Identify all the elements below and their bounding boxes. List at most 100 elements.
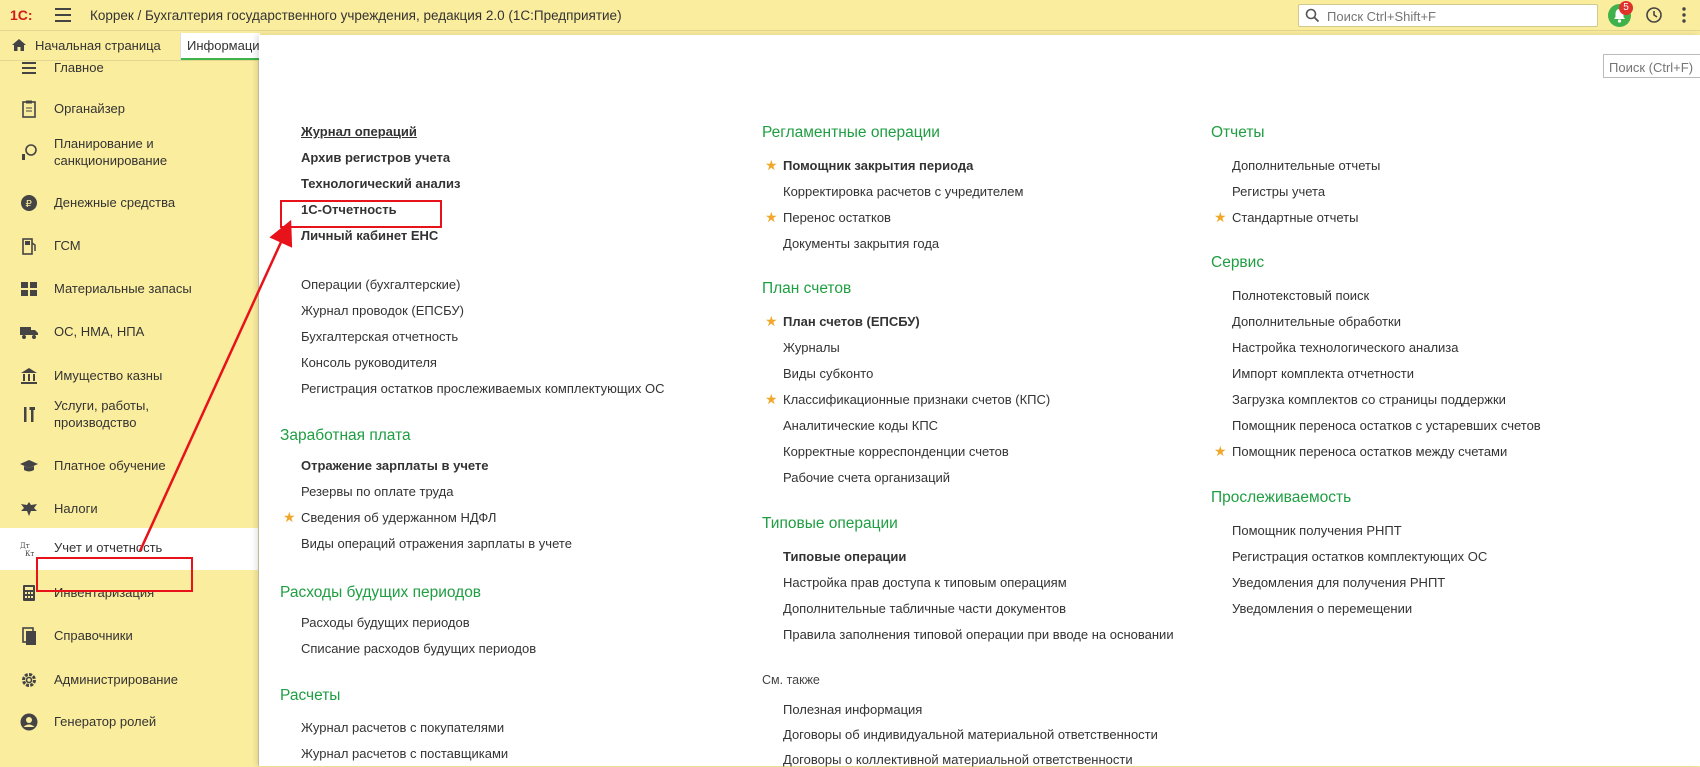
sections-sidebar: Главное Органайзер Планирование и санкцион…	[0, 60, 259, 766]
link-item[interactable]: Документы закрытия года	[783, 236, 939, 251]
link-item[interactable]: Сведения об удержанном НДФЛ	[301, 510, 496, 525]
link-item[interactable]: Помощник получения РНПТ	[1232, 523, 1402, 538]
sidebar-item-10[interactable]: Налоги	[0, 489, 258, 529]
link-item[interactable]: Договоры о коллективной материальной отв…	[783, 752, 1133, 767]
sidebar-item-label: Услуги, работы, производство	[54, 398, 149, 430]
section-title-deferred: Расходы будущих периодов	[280, 584, 482, 601]
more-menu-icon[interactable]	[1677, 6, 1691, 24]
sidebar-item-14[interactable]: Администрирование	[0, 660, 258, 700]
global-search[interactable]	[1298, 4, 1598, 27]
favorite-star-icon[interactable]: ★	[765, 209, 778, 226]
link-item[interactable]: Импорт комплекта отчетности	[1232, 366, 1414, 381]
link-item[interactable]: Дополнительные обработки	[1232, 314, 1401, 329]
sidebar-item-13[interactable]: Справочники	[0, 616, 258, 656]
section-title-typical-ops: Типовые операции	[762, 515, 898, 532]
link-item[interactable]: Помощник закрытия периода	[783, 158, 973, 173]
global-search-input[interactable]	[1325, 7, 1589, 26]
link-item[interactable]: Расходы будущих периодов	[301, 615, 470, 630]
link-item[interactable]: Рабочие счета организаций	[783, 470, 950, 485]
link-item[interactable]: Архив регистров учета	[301, 150, 450, 165]
link-item[interactable]: Правила заполнения типовой операции при …	[783, 627, 1174, 642]
sidebar-item-label: Денежные средства	[54, 195, 176, 210]
link-item[interactable]: Аналитические коды КПС	[783, 418, 938, 433]
favorite-star-icon[interactable]: ★	[765, 391, 778, 408]
link-item[interactable]: Списание расходов будущих периодов	[301, 641, 536, 656]
favorite-star-icon[interactable]: ★	[1214, 209, 1227, 226]
link-item[interactable]: Договоры об индивидуальной материальной …	[783, 727, 1158, 742]
link-item[interactable]: Классификационные признаки счетов (КПС)	[783, 392, 1050, 407]
sidebar-item-label: Администрирование	[54, 672, 178, 687]
sidebar-item-1[interactable]: Органайзер	[0, 89, 258, 129]
sidebar-item-8[interactable]: Услуги, работы, производство	[0, 393, 258, 435]
link-item[interactable]: Загрузка комплектов со страницы поддержк…	[1232, 392, 1506, 407]
sidebar-item-label: Планирование и санкционирование	[54, 136, 168, 168]
books-icon	[19, 626, 39, 646]
link-item[interactable]: План счетов (ЕПСБУ)	[783, 314, 920, 329]
link-item[interactable]: Дополнительные табличные части документо…	[783, 601, 1066, 616]
link-item[interactable]: Полезная информация	[783, 702, 922, 717]
link-item[interactable]: Типовые операции	[783, 549, 906, 564]
link-item[interactable]: Виды операций отражения зарплаты в учете	[301, 536, 572, 551]
sidebar-item-3[interactable]: ₽ Денежные средства	[0, 183, 258, 223]
section-title-regulatory: Регламентные операции	[762, 124, 940, 141]
main-menu-icon[interactable]	[55, 8, 71, 22]
link-item[interactable]: Полнотекстовый поиск	[1232, 288, 1369, 303]
section-title-traceability: Прослеживаемость	[1211, 489, 1352, 506]
link-item[interactable]: Настройка прав доступа к типовым операци…	[783, 575, 1067, 590]
panel-search-input[interactable]	[1607, 56, 1700, 78]
link-item[interactable]: Регистрация остатков комплектующих ОС	[1232, 549, 1487, 564]
link-item[interactable]: Дополнительные отчеты	[1232, 158, 1380, 173]
link-item[interactable]: Личный кабинет ЕНС	[301, 228, 438, 243]
link-item[interactable]: Перенос остатков	[783, 210, 891, 225]
link-item[interactable]: Консоль руководителя	[301, 355, 437, 370]
link-item[interactable]: Корректные корреспонденции счетов	[783, 444, 1009, 459]
panel-search[interactable]	[1603, 54, 1700, 78]
link-item[interactable]: Регистры учета	[1232, 184, 1325, 199]
favorite-star-icon[interactable]: ★	[765, 313, 778, 330]
link-item[interactable]: Технологический анализ	[301, 176, 460, 191]
link-item[interactable]: Журналы	[783, 340, 840, 355]
debit-credit-icon: Дт Кт	[19, 539, 39, 559]
link-item[interactable]: Регистрация остатков прослеживаемых комп…	[301, 381, 664, 396]
sidebar-item-7[interactable]: Имущество казны	[0, 356, 258, 396]
link-item[interactable]: Операции (бухгалтерские)	[301, 277, 460, 292]
favorite-star-icon[interactable]: ★	[765, 157, 778, 174]
link-item[interactable]: Отражение зарплаты в учете	[301, 458, 489, 473]
link-item[interactable]: Уведомления для получения РНПТ	[1232, 575, 1445, 590]
link-item[interactable]: Журнал расчетов с поставщиками	[301, 746, 508, 761]
gear-icon	[19, 670, 39, 690]
link-item[interactable]: Уведомления о перемещении	[1232, 601, 1412, 616]
link-item[interactable]: Журнал расчетов с покупателями	[301, 720, 504, 735]
section-title-chart-of-accounts: План счетов	[762, 280, 852, 297]
annotation-box-sidebar-item	[36, 557, 193, 592]
favorite-star-icon[interactable]: ★	[1214, 443, 1227, 460]
sidebar-item-label: Налоги	[54, 501, 98, 516]
title-bar: 1С: Коррек / Бухгалтерия государственног…	[0, 0, 1700, 31]
link-item[interactable]: Помощник переноса остатков с устаревших …	[1232, 418, 1541, 433]
link-item[interactable]: Помощник переноса остатков между счетами	[1232, 444, 1507, 459]
sidebar-item-2[interactable]: Планирование и санкционирование	[0, 131, 258, 173]
link-item[interactable]: Резервы по оплате труда	[301, 484, 453, 499]
link-item[interactable]: Бухгалтерская отчетность	[301, 329, 458, 344]
sidebar-item-4[interactable]: ГСМ	[0, 226, 258, 266]
annotation-box-reporting-link	[280, 200, 442, 228]
sidebar-item-0[interactable]: Главное	[0, 48, 258, 88]
link-item[interactable]: Журнал проводок (ЕПСБУ)	[301, 303, 464, 318]
menu-lines-icon	[19, 58, 39, 78]
svg-text:Кт: Кт	[25, 550, 34, 558]
sidebar-item-label: ГСМ	[54, 238, 81, 253]
link-item[interactable]: Стандартные отчеты	[1232, 210, 1358, 225]
link-item[interactable]: Корректировка расчетов с учредителем	[783, 184, 1023, 199]
link-item[interactable]: Виды субконто	[783, 366, 873, 381]
history-icon[interactable]	[1645, 6, 1663, 24]
sidebar-item-6[interactable]: ОС, НМА, НПА	[0, 312, 258, 352]
sidebar-item-15[interactable]: Генератор ролей	[0, 702, 258, 742]
svg-text:Дт: Дт	[20, 542, 30, 550]
link-item[interactable]: Журнал операций	[301, 124, 417, 139]
section-panel: Журнал операций Архив регистров учета Техн…	[259, 35, 1700, 767]
sidebar-item-5[interactable]: Материальные запасы	[0, 269, 258, 309]
sidebar-item-9[interactable]: Платное обучение	[0, 446, 258, 486]
favorite-star-icon[interactable]: ★	[283, 509, 296, 526]
link-item[interactable]: Настройка технологического анализа	[1232, 340, 1459, 355]
sidebar-item-label: Материальные запасы	[54, 281, 192, 296]
